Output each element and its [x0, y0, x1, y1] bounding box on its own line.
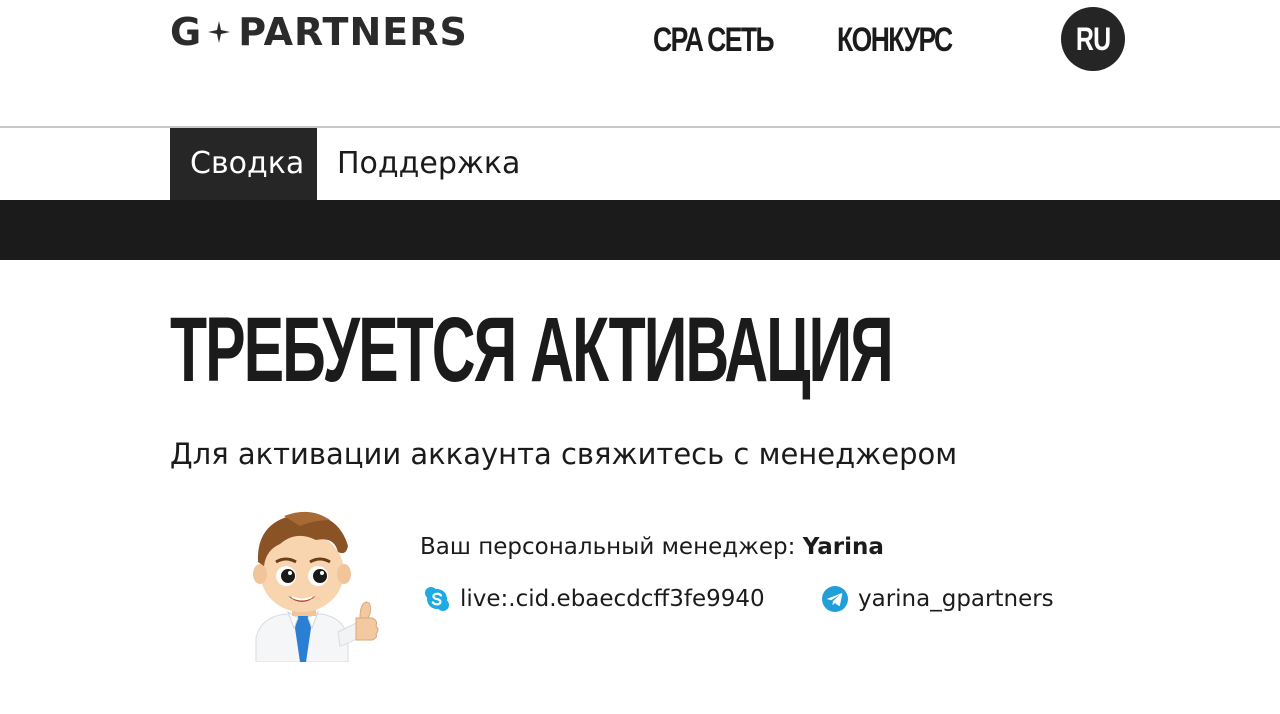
language-label: RU	[1075, 21, 1111, 57]
language-switcher[interactable]: RU	[1061, 7, 1125, 71]
page-title: ТРЕБУЕТСЯ АКТИВАЦИЯ	[170, 299, 894, 401]
logo[interactable]: G PARTNERS	[170, 12, 468, 52]
star-icon	[208, 21, 231, 43]
telegram-icon	[822, 586, 848, 612]
telegram-contact[interactable]: yarina_gpartners	[822, 582, 1054, 616]
skype-contact[interactable]: live:.cid.ebaecdcff3fe9940	[424, 582, 765, 616]
manager-info: Ваш персональный менеджер: Yarina	[420, 530, 884, 564]
skype-id: live:.cid.ebaecdcff3fe9940	[460, 586, 765, 612]
logo-letter: G	[170, 10, 203, 54]
main-content: ТРЕБУЕТСЯ АКТИВАЦИЯ Для активации аккаун…	[0, 260, 1280, 714]
telegram-username: yarina_gpartners	[858, 586, 1054, 612]
tab-summary[interactable]: Сводка	[170, 128, 317, 200]
manager-avatar	[226, 506, 382, 662]
tab-support[interactable]: Поддержка	[317, 128, 540, 200]
manager-label: Ваш персональный менеджер:	[420, 534, 796, 560]
page-subtitle: Для активации аккаунта свяжитесь с менед…	[170, 437, 958, 471]
nav-cpa-network[interactable]: CPA СЕТЬ	[653, 18, 775, 62]
manager-name: Yarina	[802, 534, 884, 560]
logo-text: PARTNERS	[238, 10, 468, 54]
skype-icon	[424, 586, 450, 612]
dark-band	[0, 200, 1280, 260]
nav-contest[interactable]: КОНКУРС	[837, 18, 953, 62]
sub-nav: Сводка Поддержка	[0, 128, 1280, 200]
site-header: G PARTNERS CPA СЕТЬ КОНКУРС RU	[0, 0, 1280, 128]
